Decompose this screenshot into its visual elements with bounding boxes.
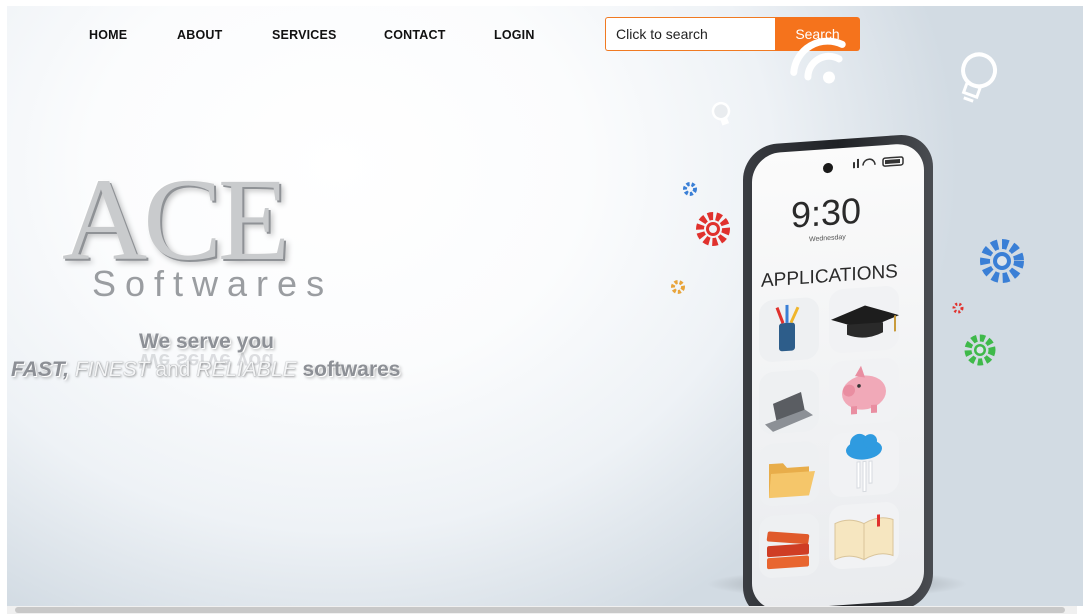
graduation-cap-icon[interactable] [829,285,899,354]
phone-illustration: 9:30 Wednesday APPLICATIONS [671,37,1024,606]
gear-icon [671,280,685,294]
tagline-finest: FINEST [74,358,150,381]
tagline-line2: FAST, FINEST and RELIABLE softwares [11,358,400,382]
tagline-fast: FAST, [11,358,69,381]
gear-icon [980,239,1024,283]
cloud-icon[interactable] [829,429,899,498]
nav-home[interactable]: HOME [89,28,127,42]
hero-banner: HOME ABOUT SERVICES CONTACT LOGIN Search… [7,6,1083,606]
lightbulb-icon [711,101,731,126]
horizontal-scrollbar[interactable] [7,606,1077,614]
books-icon[interactable] [759,513,819,579]
nav-services[interactable]: SERVICES [272,28,337,42]
ace-logo: ACE Softwares [62,154,362,305]
main-nav: HOME ABOUT SERVICES CONTACT LOGIN [7,6,607,64]
phone-time: 9:30 [791,190,861,236]
pencil-cup-icon[interactable] [759,297,819,363]
scrollbar-thumb[interactable] [15,607,1065,613]
phone: 9:30 Wednesday APPLICATIONS [743,135,933,606]
nav-login[interactable]: LOGIN [494,28,535,42]
folder-icon[interactable] [759,441,819,507]
logo-subtitle: Softwares [92,263,334,304]
gear-icon [683,182,697,196]
piggy-bank-icon[interactable] [829,357,899,426]
tagline-and: and [155,358,191,381]
tagline-softwares: softwares [302,358,401,381]
nav-about[interactable]: ABOUT [177,28,222,42]
lightbulb-icon [961,52,998,103]
logo-title: ACE [62,154,290,285]
gear-icon [696,212,730,246]
wifi-icon [790,37,846,84]
open-book-icon[interactable] [829,501,899,570]
nav-contact[interactable]: CONTACT [384,28,446,42]
gear-icon [952,302,964,314]
gear-icon [964,334,996,366]
tagline-reliable: RELIABLE [196,358,297,381]
laptop-icon[interactable] [759,369,819,435]
